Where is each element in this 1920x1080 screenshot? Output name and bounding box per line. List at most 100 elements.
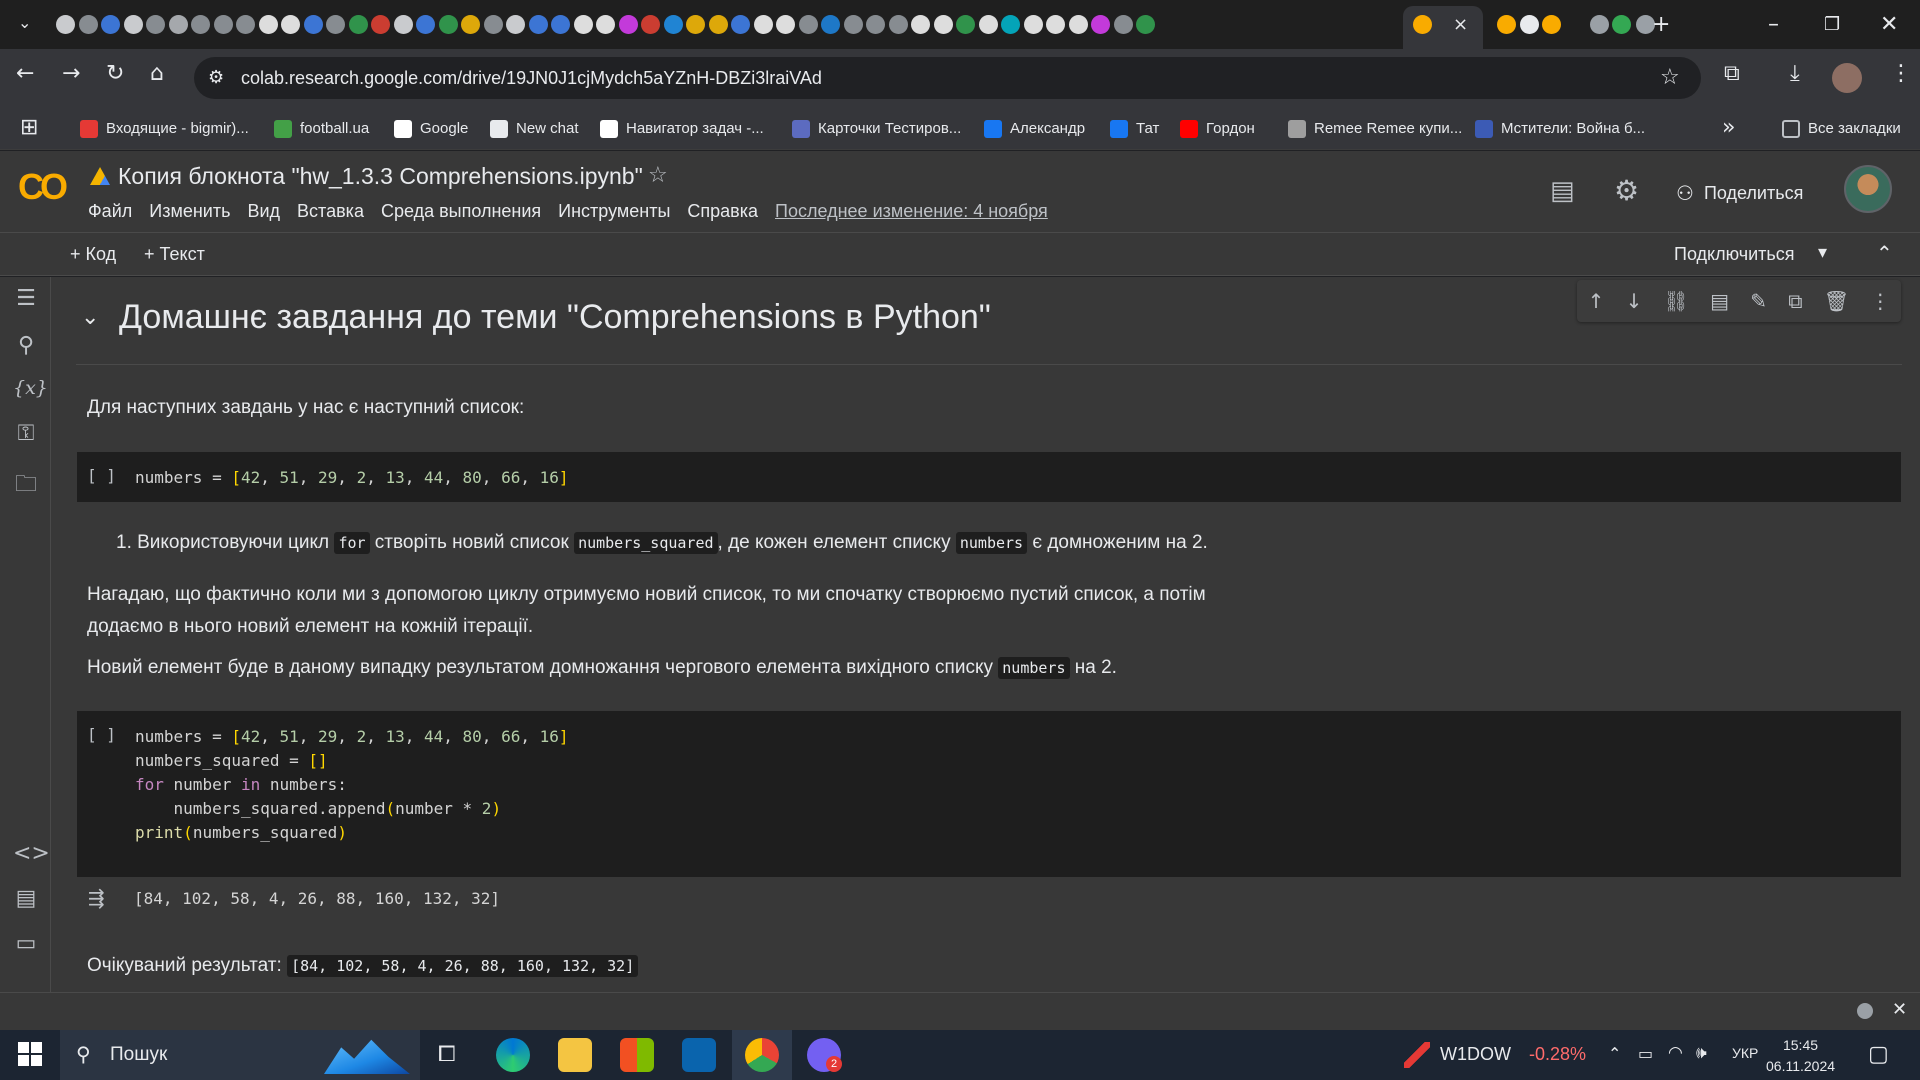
tab-favicon-icon[interactable] xyxy=(146,15,165,34)
menu-item[interactable]: Файл xyxy=(88,201,132,222)
bookmark-item[interactable]: Google xyxy=(394,107,468,150)
run-cell-button[interactable]: [ ] xyxy=(87,466,116,485)
files-folder-icon[interactable]: 🗀 xyxy=(13,467,39,497)
tab-favicon-icon[interactable] xyxy=(821,15,840,34)
tab-favicon-icon[interactable] xyxy=(1068,15,1088,34)
tab-favicon-icon[interactable] xyxy=(78,15,98,34)
bookmark-item[interactable]: Мстители: Война б... xyxy=(1475,107,1645,150)
volume-icon[interactable]: 🕪 xyxy=(1696,1043,1707,1063)
tab-favicon-icon[interactable] xyxy=(123,15,143,34)
tab-favicon-icon[interactable] xyxy=(933,15,953,34)
more-bookmarks-icon[interactable]: » xyxy=(1722,117,1735,139)
download-icon[interactable]: ⤓ xyxy=(1790,63,1800,85)
home-icon[interactable]: ⌂ xyxy=(150,63,164,85)
store-icon[interactable] xyxy=(620,1038,654,1072)
tab-favicon-icon[interactable] xyxy=(551,15,570,34)
add-text-button[interactable]: + Текст xyxy=(144,244,205,265)
tab-favicon-icon[interactable] xyxy=(798,15,818,34)
tab-favicon-icon[interactable] xyxy=(596,15,615,34)
tab-favicon-icon[interactable] xyxy=(978,15,998,34)
tab-favicon-icon[interactable] xyxy=(236,15,255,34)
code-cell-1[interactable]: [ ] numbers = [42, 51, 29, 2, 13, 44, 80… xyxy=(77,452,1901,502)
code-snippets-icon[interactable]: <> xyxy=(13,841,50,867)
bookmark-item[interactable]: Входящие - bigmir)... xyxy=(80,107,249,150)
secrets-key-icon[interactable]: ⚿ xyxy=(13,421,39,447)
language-indicator[interactable]: УКР xyxy=(1732,1045,1758,1061)
active-tab[interactable]: × xyxy=(1403,6,1483,49)
clock[interactable]: 15:45 06.11.2024 xyxy=(1766,1035,1835,1077)
bookmark-item[interactable]: New chat xyxy=(490,107,579,150)
colab-logo[interactable]: CO xyxy=(18,166,68,208)
bookmark-star-icon[interactable]: ☆ xyxy=(1660,65,1680,90)
tab-favicon-icon[interactable] xyxy=(866,15,885,34)
tab-favicon-icon[interactable] xyxy=(393,15,413,34)
menu-item[interactable]: Вставка xyxy=(297,201,364,222)
apps-grid-icon[interactable]: ⊞ xyxy=(20,117,38,139)
menu-item[interactable]: Инструменты xyxy=(558,201,670,222)
all-bookmarks[interactable]: Все закладки xyxy=(1782,107,1901,150)
user-avatar[interactable] xyxy=(1844,165,1892,213)
file-explorer-icon[interactable] xyxy=(558,1038,592,1072)
tab-favicon-icon[interactable] xyxy=(101,15,120,34)
move-down-icon[interactable]: ↓ xyxy=(1626,289,1643,313)
menu-item[interactable]: Вид xyxy=(247,201,280,222)
tab-favicon-icon[interactable] xyxy=(1520,15,1539,34)
address-bar[interactable]: ⚙ colab.research.google.com/drive/19JN0J… xyxy=(194,57,1701,99)
bookmark-item[interactable]: Карточки Тестиров... xyxy=(792,107,961,150)
share-button[interactable]: ⚇ Поделиться xyxy=(1676,181,1803,205)
tab-favicon-icon[interactable] xyxy=(416,15,435,34)
last-edit-link[interactable]: Последнее изменение: 4 ноября xyxy=(775,201,1048,222)
menu-item[interactable]: Справка xyxy=(687,201,758,222)
tab-favicon-icon[interactable] xyxy=(281,15,300,34)
tab-favicon-icon[interactable] xyxy=(686,15,705,34)
run-cell-button[interactable]: [ ] xyxy=(87,725,116,744)
star-icon[interactable]: ☆ xyxy=(648,163,668,188)
tab-favicon-icon[interactable] xyxy=(1091,15,1110,34)
bookmark-item[interactable]: Навигатор задач -... xyxy=(600,107,764,150)
profile-avatar[interactable] xyxy=(1832,63,1862,93)
new-tab-icon[interactable]: + xyxy=(1652,12,1670,37)
tab-favicon-icon[interactable] xyxy=(326,15,345,34)
forward-icon[interactable]: → xyxy=(62,63,80,85)
close-status-icon[interactable]: ✕ xyxy=(1892,999,1907,1020)
tab-favicon-icon[interactable] xyxy=(348,15,368,34)
terminal-icon[interactable]: ▭ xyxy=(13,931,39,957)
tab-favicon-icon[interactable] xyxy=(888,15,908,34)
tab-favicon-icon[interactable] xyxy=(1001,15,1020,34)
tab-favicon-icon[interactable] xyxy=(506,15,525,34)
tab-search-icon[interactable]: ⌄ xyxy=(18,13,31,32)
tab-favicon-icon[interactable] xyxy=(371,15,390,34)
tab-favicon-icon[interactable] xyxy=(1136,15,1155,34)
tab-favicon-icon[interactable] xyxy=(708,15,728,34)
variables-icon[interactable]: {x} xyxy=(13,377,48,403)
notebook-title[interactable]: Копия блокнота "hw_1.3.3 Comprehensions.… xyxy=(118,163,643,190)
tab-favicon-icon[interactable] xyxy=(573,15,593,34)
tab-favicon-icon[interactable] xyxy=(1113,15,1133,34)
close-window-icon[interactable]: ✕ xyxy=(1880,12,1898,37)
start-windows-icon[interactable] xyxy=(18,1042,42,1066)
taskbar-search[interactable]: ⚲ Пошук xyxy=(60,1030,420,1080)
tray-overflow-icon[interactable]: ⌃ xyxy=(1608,1044,1621,1063)
tab-favicon-icon[interactable] xyxy=(303,15,323,34)
move-up-icon[interactable]: ↑ xyxy=(1588,289,1605,313)
tab-favicon-icon[interactable] xyxy=(663,15,683,34)
back-icon[interactable]: ← xyxy=(16,63,34,85)
tab-favicon-icon[interactable] xyxy=(191,15,210,34)
link-icon[interactable]: ⛓ xyxy=(1664,289,1689,313)
bookmark-item[interactable]: Александр xyxy=(984,107,1085,150)
mirror-cell-icon[interactable]: ⧉ xyxy=(1788,289,1802,313)
tab-favicon-icon[interactable] xyxy=(461,15,480,34)
notifications-icon[interactable]: ▢ xyxy=(1868,1042,1889,1067)
tab-favicon-icon[interactable] xyxy=(213,15,233,34)
tab-favicon-icon[interactable] xyxy=(1590,15,1609,34)
tab-favicon-icon[interactable] xyxy=(168,15,188,34)
restore-icon[interactable]: ❐ xyxy=(1824,14,1840,35)
code-cell-2[interactable]: [ ] numbers = [42, 51, 29, 2, 13, 44, 80… xyxy=(77,711,1901,877)
tab-favicon-icon[interactable] xyxy=(776,15,795,34)
collapse-section-icon[interactable]: ⌄ xyxy=(81,305,99,330)
bookmark-item[interactable]: Remee Remee купи... xyxy=(1288,107,1462,150)
comments-icon[interactable]: ▤ xyxy=(1550,176,1575,206)
task-view-icon[interactable]: ⧠ xyxy=(438,1042,456,1067)
site-info-icon[interactable]: ⚙ xyxy=(208,67,224,88)
tab-favicon-icon[interactable] xyxy=(258,15,278,34)
